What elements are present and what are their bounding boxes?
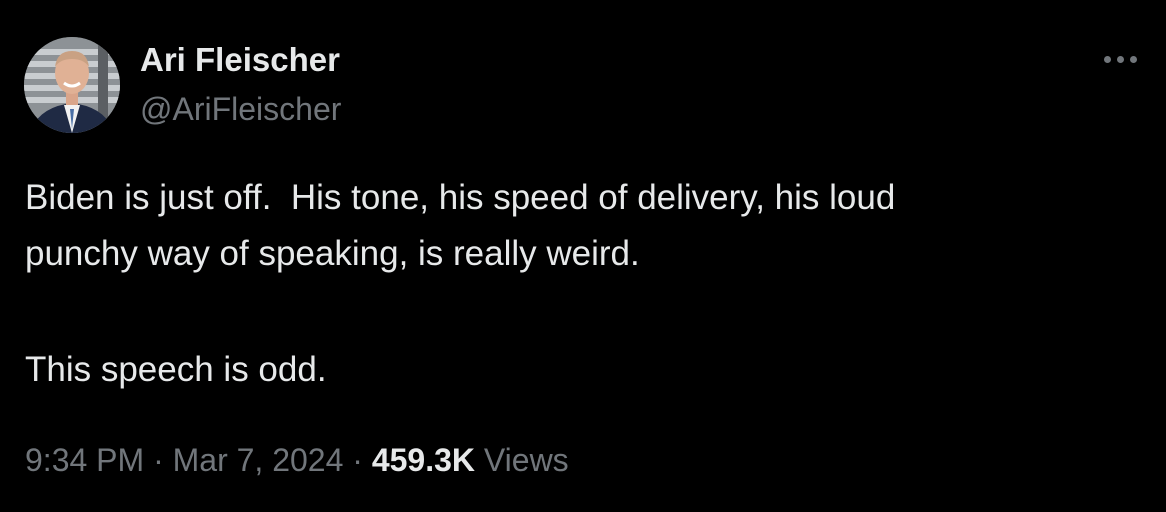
tweet-time[interactable]: 9:34 PM (25, 442, 144, 478)
more-horizontal-icon (1104, 56, 1111, 63)
author-handle[interactable]: @AriFleischer (140, 89, 341, 129)
more-options-button[interactable] (1098, 44, 1144, 74)
tweet-metadata: 9:34 PM · Mar 7, 2024 · 459.3K Views (25, 440, 569, 480)
tweet-date[interactable]: Mar 7, 2024 (173, 442, 344, 478)
more-horizontal-icon-dot-3 (1130, 56, 1137, 63)
tweet-text-line-1: Biden is just off. His tone, his speed o… (25, 178, 896, 217)
author-avatar[interactable] (24, 37, 120, 133)
tweet-text: Biden is just off. His tone, his speed o… (25, 170, 1135, 398)
tweet-text-line-2: punchy way of speaking, is really weird. (25, 234, 640, 273)
tweet-text-line-3: This speech is odd. (25, 350, 327, 389)
avatar-photo-icon (24, 37, 120, 133)
meta-separator-2: · (343, 442, 372, 478)
more-horizontal-icon-dot-2 (1117, 56, 1124, 63)
views-label: Views (483, 442, 569, 478)
author-name[interactable]: Ari Fleischer (140, 40, 340, 80)
tweet-card: Ari Fleischer @AriFleischer Biden is jus… (0, 0, 1166, 512)
meta-separator: · (144, 442, 173, 478)
views-count[interactable]: 459.3K (372, 442, 475, 478)
